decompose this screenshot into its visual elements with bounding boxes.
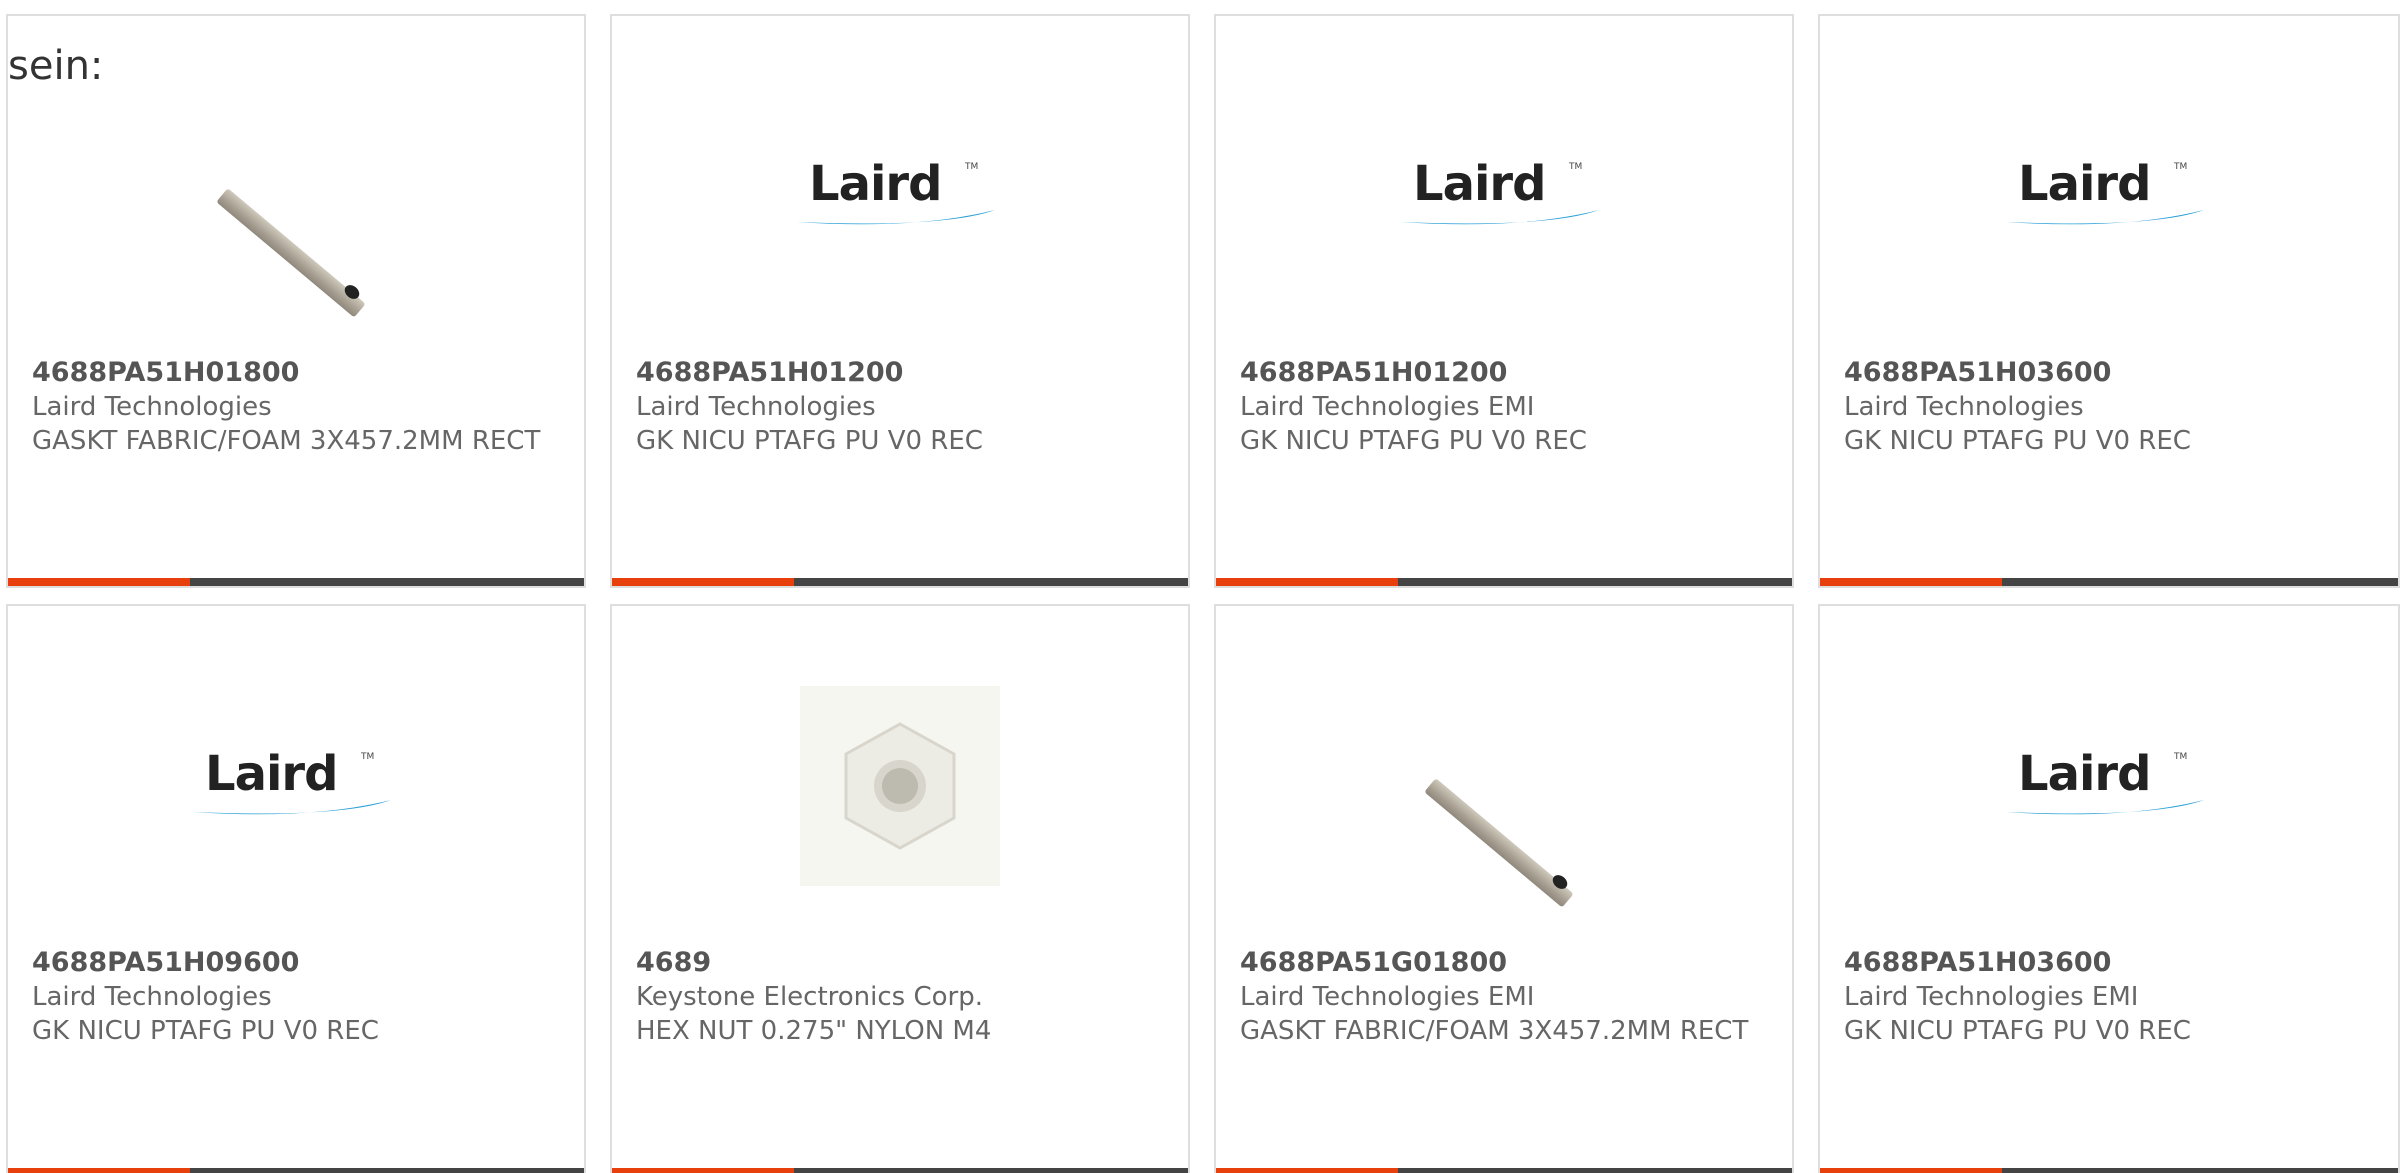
- gasket-strip-image: [216, 116, 376, 318]
- product-description: GK NICU PTAFG PU V0 REC: [1844, 426, 2191, 456]
- product-image: Laird TM: [1820, 636, 2398, 936]
- product-part-number: 4688PA51H09600: [32, 947, 300, 978]
- product-grid: 4688PA51H01800 Laird Technologies GASKT …: [0, 0, 2400, 1173]
- gasket-strip-image: [1424, 706, 1584, 908]
- card-footer-bar: [612, 1168, 1188, 1173]
- product-manufacturer: Keystone Electronics Corp.: [636, 982, 984, 1012]
- product-part-number: 4688PA51H01200: [1240, 357, 1508, 388]
- product-image: Laird TM: [612, 46, 1188, 346]
- product-description: HEX NUT 0.275" NYLON M4: [636, 1016, 992, 1046]
- card-footer-bar: [1820, 578, 2398, 586]
- product-manufacturer: Laird Technologies EMI: [1240, 392, 1535, 422]
- product-card[interactable]: Laird TM 4688PA51H01200 Laird Technologie…: [1214, 14, 1794, 588]
- laird-logo: Laird TM: [2004, 746, 2214, 826]
- product-image: [8, 46, 584, 346]
- product-card[interactable]: 4688PA51G01800 Laird Technologies EMI GA…: [1214, 604, 1794, 1173]
- product-description: GK NICU PTAFG PU V0 REC: [32, 1016, 379, 1046]
- product-manufacturer: Laird Technologies: [32, 392, 272, 422]
- product-image: [612, 636, 1188, 936]
- product-manufacturer: Laird Technologies: [1844, 392, 2084, 422]
- product-manufacturer: Laird Technologies: [32, 982, 272, 1012]
- product-card[interactable]: 4688PA51H01800 Laird Technologies GASKT …: [6, 14, 586, 588]
- product-description: GASKT FABRIC/FOAM 3X457.2MM RECT: [32, 426, 541, 456]
- product-image: Laird TM: [8, 636, 584, 936]
- laird-logo: Laird TM: [2004, 156, 2214, 236]
- card-footer-bar: [1820, 1168, 2398, 1173]
- product-part-number: 4688PA51H03600: [1844, 357, 2112, 388]
- laird-logo: Laird TM: [795, 156, 1005, 236]
- page: 4688PA51H01800 Laird Technologies GASKT …: [0, 0, 2400, 1173]
- product-manufacturer: Laird Technologies: [636, 392, 876, 422]
- product-description: GASKT FABRIC/FOAM 3X457.2MM RECT: [1240, 1016, 1749, 1046]
- product-image: Laird TM: [1216, 46, 1792, 346]
- product-image: Laird TM: [1820, 46, 2398, 346]
- product-description: GK NICU PTAFG PU V0 REC: [1240, 426, 1587, 456]
- card-footer-bar: [1216, 1168, 1792, 1173]
- product-card[interactable]: 4689 Keystone Electronics Corp. HEX NUT …: [610, 604, 1190, 1173]
- product-part-number: 4688PA51H01800: [32, 357, 300, 388]
- product-manufacturer: Laird Technologies EMI: [1844, 982, 2139, 1012]
- card-footer-bar: [612, 578, 1188, 586]
- hex-nut-image: [800, 686, 1000, 886]
- product-part-number: 4688PA51H03600: [1844, 947, 2112, 978]
- product-part-number: 4689: [636, 947, 712, 978]
- product-card[interactable]: Laird TM 4688PA51H09600 Laird Technologie…: [6, 604, 586, 1173]
- product-image: [1216, 636, 1792, 936]
- card-footer-bar: [8, 578, 584, 586]
- laird-logo: Laird TM: [191, 746, 401, 826]
- product-description: GK NICU PTAFG PU V0 REC: [636, 426, 983, 456]
- card-footer-bar: [1216, 578, 1792, 586]
- card-footer-bar: [8, 1168, 584, 1173]
- product-card[interactable]: Laird TM 4688PA51H03600 Laird Technologie…: [1818, 14, 2400, 588]
- product-manufacturer: Laird Technologies EMI: [1240, 982, 1535, 1012]
- intro-text: sein:: [8, 43, 104, 89]
- product-part-number: 4688PA51H01200: [636, 357, 904, 388]
- laird-logo: Laird TM: [1399, 156, 1609, 236]
- product-card[interactable]: Laird TM 4688PA51H03600 Laird Technologie…: [1818, 604, 2400, 1173]
- product-card[interactable]: Laird TM 4688PA51H01200 Laird Technologie…: [610, 14, 1190, 588]
- product-description: GK NICU PTAFG PU V0 REC: [1844, 1016, 2191, 1046]
- product-part-number: 4688PA51G01800: [1240, 947, 1508, 978]
